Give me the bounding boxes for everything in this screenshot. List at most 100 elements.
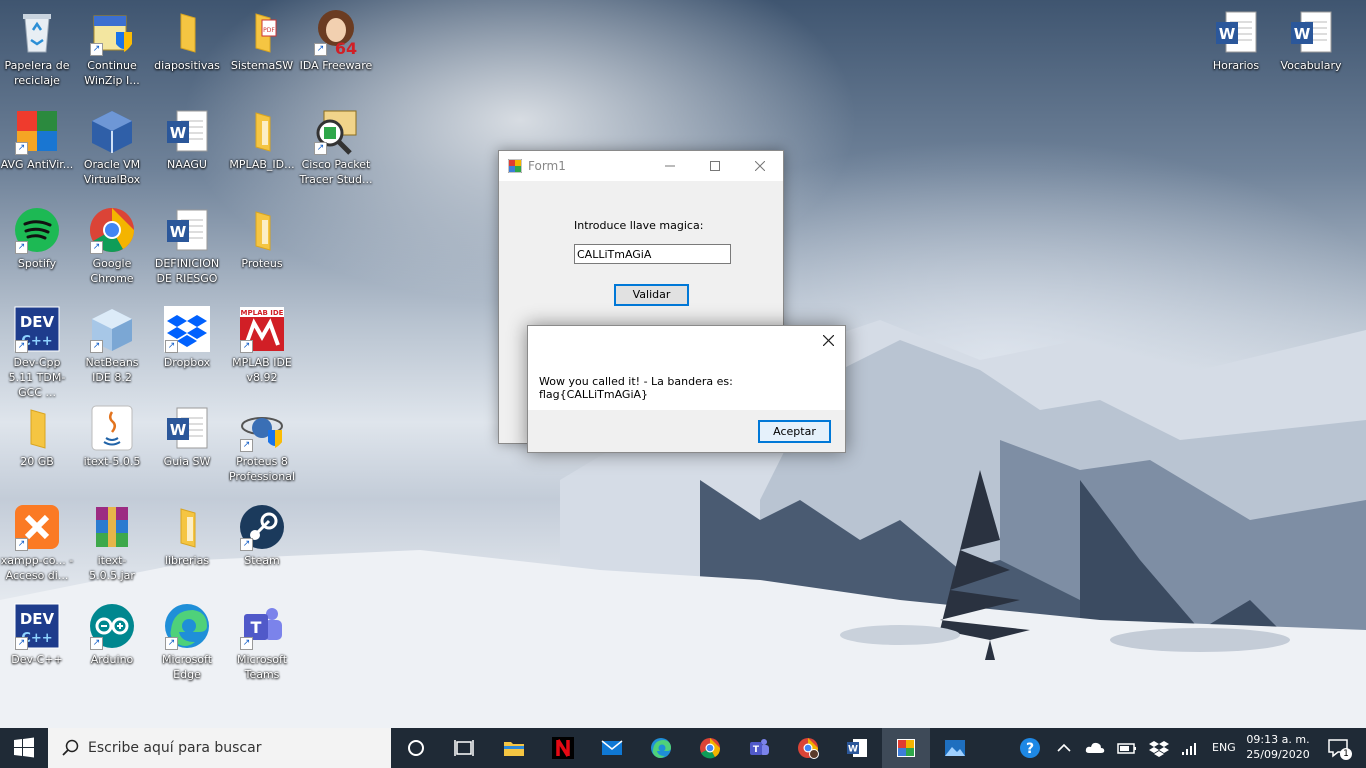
svg-text:64: 64 [335, 39, 357, 56]
desktop-icon-itext-jar[interactable]: itext-5.0.5.jar [75, 499, 149, 583]
message-box-close-button[interactable] [811, 326, 845, 354]
accept-button[interactable]: Aceptar [758, 420, 831, 443]
onedrive-tray[interactable] [1080, 728, 1110, 768]
winrar-icon [88, 503, 136, 551]
arduino-icon: ↗ [88, 602, 136, 650]
cortana-button[interactable] [392, 728, 440, 768]
desktop-icon-proteus-folder[interactable]: Proteus [225, 202, 299, 271]
desktop-icon-dev-cpp[interactable]: DEV C++ ↗ Dev-Cpp 5.11 TDM-GCC ... [0, 301, 74, 400]
minimize-icon [665, 165, 675, 167]
desktop-icon-spotify[interactable]: ↗ Spotify [0, 202, 74, 271]
desktop-icon-avg-antivirus[interactable]: ↗ AVG AntiVir... [0, 103, 74, 172]
spotify-icon: ↗ [13, 206, 61, 254]
taskbar-netflix[interactable] [539, 728, 587, 768]
desktop-icon-virtualbox[interactable]: Oracle VM VirtualBox [75, 103, 149, 187]
clock[interactable]: 09:13 a. m. 25/09/2020 [1243, 730, 1313, 766]
taskbar-search-box[interactable]: Escribe aquí para buscar [48, 728, 391, 768]
desktop-icon-xampp[interactable]: ↗ xampp-co... - Acceso di... [0, 499, 74, 583]
desktop-icon-ida-freeware[interactable]: 64 ↗ IDA Freeware [299, 4, 373, 73]
xampp-icon: ↗ [13, 503, 61, 551]
desktop-icon-proteus-8[interactable]: ↗ Proteus 8 Professional [225, 400, 299, 484]
taskbar-form1-app[interactable] [882, 728, 930, 768]
desktop-icon-vocabulary[interactable]: W Vocabulary [1274, 4, 1348, 73]
desktop-icon-diapositivas[interactable]: diapositivas [150, 4, 224, 73]
desktop-icon-librerias[interactable]: librerias [150, 499, 224, 568]
desktop-icon-dev-cpp-2[interactable]: DEV C++ ↗ Dev-C++ [0, 598, 74, 667]
svg-text:W: W [170, 421, 187, 439]
taskbar-chrome[interactable] [686, 728, 734, 768]
netbeans-icon: ↗ [88, 305, 136, 353]
photos-icon [945, 740, 965, 756]
minimize-button[interactable] [647, 151, 693, 181]
svg-text:W: W [1294, 25, 1311, 43]
desktop-icon-20gb[interactable]: 20 GB [0, 400, 74, 469]
desktop-icon-guia-sw[interactable]: W Guia SW [150, 400, 224, 469]
chrome-icon [700, 738, 721, 759]
desktop-icon-edge[interactable]: ↗ Microsoft Edge [150, 598, 224, 682]
word-document-icon: W [163, 404, 211, 452]
validate-button[interactable]: Validar [614, 284, 689, 306]
network-tray[interactable] [1176, 728, 1206, 768]
svg-text:W: W [170, 223, 187, 241]
ida-portrait-icon: 64 ↗ [312, 8, 360, 56]
folder-icon [163, 8, 211, 56]
svg-text:W: W [1219, 25, 1236, 43]
svg-text:DEV: DEV [20, 610, 55, 628]
show-hidden-icons-button[interactable] [1050, 728, 1078, 768]
desktop-icon-mplab-id[interactable]: MPLAB_ID... [225, 103, 299, 172]
start-button[interactable] [0, 728, 48, 768]
folder-pdf-icon: PDF [238, 8, 286, 56]
teams-icon: T [750, 739, 769, 755]
notifications-button[interactable]: 1 [1318, 728, 1358, 768]
desktop-icon-arduino[interactable]: ↗ Arduino [75, 598, 149, 667]
desktop-icon-google-chrome[interactable]: ↗ Google Chrome [75, 202, 149, 286]
taskbar-edge[interactable] [637, 728, 685, 768]
close-button[interactable] [737, 151, 783, 181]
steam-icon: ↗ [238, 503, 286, 551]
taskbar-photos[interactable] [931, 728, 979, 768]
cortana-icon [408, 740, 424, 756]
clock-time: 09:13 a. m. [1246, 733, 1310, 746]
close-icon [822, 334, 834, 347]
taskbar-teams[interactable]: T [735, 728, 783, 768]
task-view-icon [454, 740, 474, 756]
desktop-icon-horarios[interactable]: W Horarios [1199, 4, 1273, 73]
notifications-count-badge: 1 [1340, 748, 1352, 760]
desktop-icon-sistemasw[interactable]: PDF SistemaSW [225, 4, 299, 73]
taskbar-chrome-profile[interactable] [784, 728, 832, 768]
magic-key-input[interactable] [574, 244, 731, 264]
desktop-icon-dropbox[interactable]: ↗ Dropbox [150, 301, 224, 370]
help-tray-button[interactable]: ? [1010, 728, 1050, 768]
mplab-icon: MPLAB IDE ↗ [240, 307, 284, 353]
task-view-button[interactable] [440, 728, 488, 768]
folder-icon [13, 404, 61, 452]
clock-date: 25/09/2020 [1246, 748, 1310, 761]
winzip-shield-icon: ↗ [88, 8, 136, 56]
desktop-icon-recycle-bin[interactable]: Papelera de reciclaje [0, 4, 74, 88]
mail-icon [601, 740, 623, 755]
word-document-icon: W [1212, 8, 1260, 56]
desktop-icon-steam[interactable]: ↗ Steam [225, 499, 299, 568]
taskbar-word[interactable]: W [833, 728, 881, 768]
folder-icon [238, 206, 286, 254]
desktop-icon-definicion-riesgo[interactable]: W DEFINICION DE RIESGO [150, 202, 224, 286]
battery-tray[interactable] [1112, 728, 1142, 768]
proteus-icon: ↗ [238, 404, 286, 452]
desktop-icon-teams[interactable]: T ↗ Microsoft Teams [225, 598, 299, 682]
desktop-icon-naagu[interactable]: W NAAGU [150, 103, 224, 172]
language-indicator[interactable]: ENG [1212, 741, 1236, 754]
taskbar-file-explorer[interactable] [490, 728, 538, 768]
chrome-icon: ↗ [88, 206, 136, 254]
recycle-bin-icon [13, 8, 61, 56]
svg-text:W: W [170, 124, 187, 142]
desktop-icon-netbeans[interactable]: ↗ NetBeans IDE 8.2 [75, 301, 149, 385]
desktop-icon-cisco-packet-tracer[interactable]: ↗ Cisco Packet Tracer Stud... [299, 103, 373, 187]
maximize-button[interactable] [692, 151, 738, 181]
desktop-icon-itext-505[interactable]: itext-5.0.5 [75, 400, 149, 469]
taskbar-mail[interactable] [588, 728, 636, 768]
form1-titlebar[interactable]: Form1 [499, 151, 783, 181]
desktop-icon-mplab-ide[interactable]: MPLAB IDE ↗ MPLAB IDE v8.92 [225, 301, 299, 385]
svg-text:DEV: DEV [20, 313, 55, 331]
dropbox-tray[interactable] [1144, 728, 1174, 768]
desktop-icon-winzip[interactable]: ↗ Continue WinZip I... [75, 4, 149, 88]
